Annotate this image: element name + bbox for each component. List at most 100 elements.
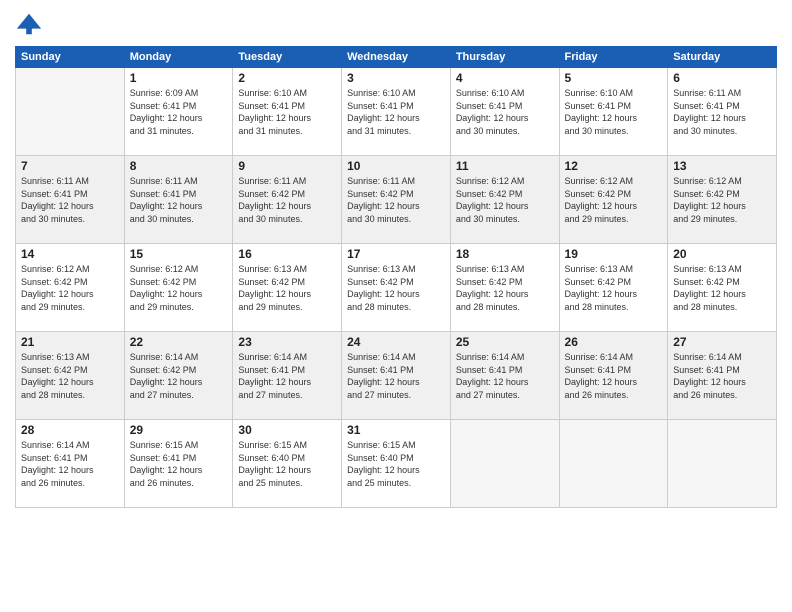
logo xyxy=(15,10,47,38)
calendar-week-4: 21 Sunrise: 6:13 AM Sunset: 6:42 PM Dayli… xyxy=(16,332,777,420)
calendar-cell: 16 Sunrise: 6:13 AM Sunset: 6:42 PM Dayli… xyxy=(233,244,342,332)
calendar-cell: 15 Sunrise: 6:12 AM Sunset: 6:42 PM Dayli… xyxy=(124,244,233,332)
cell-info: Sunrise: 6:13 AM Sunset: 6:42 PM Dayligh… xyxy=(347,263,445,313)
calendar-cell: 14 Sunrise: 6:12 AM Sunset: 6:42 PM Dayli… xyxy=(16,244,125,332)
day-number: 21 xyxy=(21,335,119,349)
day-number: 17 xyxy=(347,247,445,261)
calendar-cell: 26 Sunrise: 6:14 AM Sunset: 6:41 PM Dayli… xyxy=(559,332,668,420)
day-number: 27 xyxy=(673,335,771,349)
day-number: 22 xyxy=(130,335,228,349)
calendar-cell: 9 Sunrise: 6:11 AM Sunset: 6:42 PM Daylig… xyxy=(233,156,342,244)
cell-info: Sunrise: 6:12 AM Sunset: 6:42 PM Dayligh… xyxy=(21,263,119,313)
day-number: 20 xyxy=(673,247,771,261)
day-number: 29 xyxy=(130,423,228,437)
calendar-cell: 22Sunrise: 6:14 AM Sunset: 6:42 PM Dayli… xyxy=(124,332,233,420)
day-number: 16 xyxy=(238,247,336,261)
calendar-cell: 12 Sunrise: 6:12 AM Sunset: 6:42 PM Dayli… xyxy=(559,156,668,244)
cell-info: Sunrise: 6:15 AM Sunset: 6:40 PM Dayligh… xyxy=(347,439,445,489)
cell-info: Sunrise: 6:10 AM Sunset: 6:41 PM Dayligh… xyxy=(456,87,554,137)
calendar-cell: 7 Sunrise: 6:11 AM Sunset: 6:41 PM Daylig… xyxy=(16,156,125,244)
calendar-cell: 20 Sunrise: 6:13 AM Sunset: 6:42 PM Dayli… xyxy=(668,244,777,332)
calendar-cell: 10 Sunrise: 6:11 AM Sunset: 6:42 PM Dayli… xyxy=(342,156,451,244)
cell-info: Sunrise: 6:12 AM Sunset: 6:42 PM Dayligh… xyxy=(673,175,771,225)
cell-info: Sunrise: 6:10 AM Sunset: 6:41 PM Dayligh… xyxy=(347,87,445,137)
cell-info: Sunrise: 6:11 AM Sunset: 6:41 PM Dayligh… xyxy=(21,175,119,225)
calendar-cell xyxy=(450,420,559,508)
day-number: 14 xyxy=(21,247,119,261)
cell-info: Sunrise: 6:10 AM Sunset: 6:41 PM Dayligh… xyxy=(565,87,663,137)
calendar-cell: 11 Sunrise: 6:12 AM Sunset: 6:42 PM Dayli… xyxy=(450,156,559,244)
day-header-saturday: Saturday xyxy=(668,47,777,68)
day-header-tuesday: Tuesday xyxy=(233,47,342,68)
calendar-cell xyxy=(668,420,777,508)
cell-info: Sunrise: 6:12 AM Sunset: 6:42 PM Dayligh… xyxy=(565,175,663,225)
day-header-thursday: Thursday xyxy=(450,47,559,68)
day-number: 19 xyxy=(565,247,663,261)
cell-info: Sunrise: 6:13 AM Sunset: 6:42 PM Dayligh… xyxy=(456,263,554,313)
day-number: 7 xyxy=(21,159,119,173)
calendar-cell: 31 Sunrise: 6:15 AM Sunset: 6:40 PM Dayli… xyxy=(342,420,451,508)
day-number: 15 xyxy=(130,247,228,261)
calendar-week-1: 1Sunrise: 6:09 AM Sunset: 6:41 PM Daylig… xyxy=(16,68,777,156)
logo-icon xyxy=(15,10,43,38)
page: SundayMondayTuesdayWednesdayThursdayFrid… xyxy=(0,0,792,612)
cell-info: Sunrise: 6:12 AM Sunset: 6:42 PM Dayligh… xyxy=(130,263,228,313)
header xyxy=(15,10,777,38)
cell-info: Sunrise: 6:14 AM Sunset: 6:41 PM Dayligh… xyxy=(565,351,663,401)
calendar-cell: 17 Sunrise: 6:13 AM Sunset: 6:42 PM Dayli… xyxy=(342,244,451,332)
calendar-cell: 24 Sunrise: 6:14 AM Sunset: 6:41 PM Dayli… xyxy=(342,332,451,420)
cell-info: Sunrise: 6:14 AM Sunset: 6:41 PM Dayligh… xyxy=(238,351,336,401)
cell-info: Sunrise: 6:11 AM Sunset: 6:42 PM Dayligh… xyxy=(238,175,336,225)
day-number: 18 xyxy=(456,247,554,261)
calendar-cell: 27 Sunrise: 6:14 AM Sunset: 6:41 PM Dayli… xyxy=(668,332,777,420)
day-number: 8 xyxy=(130,159,228,173)
cell-info: Sunrise: 6:12 AM Sunset: 6:42 PM Dayligh… xyxy=(456,175,554,225)
day-number: 30 xyxy=(238,423,336,437)
cell-info: Sunrise: 6:15 AM Sunset: 6:40 PM Dayligh… xyxy=(238,439,336,489)
cell-info: Sunrise: 6:11 AM Sunset: 6:41 PM Dayligh… xyxy=(673,87,771,137)
day-header-sunday: Sunday xyxy=(16,47,125,68)
day-number: 26 xyxy=(565,335,663,349)
day-header-monday: Monday xyxy=(124,47,233,68)
day-header-wednesday: Wednesday xyxy=(342,47,451,68)
cell-info: Sunrise: 6:14 AM Sunset: 6:41 PM Dayligh… xyxy=(456,351,554,401)
calendar-cell: 5Sunrise: 6:10 AM Sunset: 6:41 PM Daylig… xyxy=(559,68,668,156)
day-number: 23 xyxy=(238,335,336,349)
day-number: 9 xyxy=(238,159,336,173)
day-number: 24 xyxy=(347,335,445,349)
cell-info: Sunrise: 6:13 AM Sunset: 6:42 PM Dayligh… xyxy=(673,263,771,313)
cell-info: Sunrise: 6:15 AM Sunset: 6:41 PM Dayligh… xyxy=(130,439,228,489)
day-number: 12 xyxy=(565,159,663,173)
calendar-cell: 8 Sunrise: 6:11 AM Sunset: 6:41 PM Daylig… xyxy=(124,156,233,244)
cell-info: Sunrise: 6:14 AM Sunset: 6:41 PM Dayligh… xyxy=(347,351,445,401)
calendar-week-5: 28Sunrise: 6:14 AM Sunset: 6:41 PM Dayli… xyxy=(16,420,777,508)
cell-info: Sunrise: 6:13 AM Sunset: 6:42 PM Dayligh… xyxy=(565,263,663,313)
calendar-cell: 1Sunrise: 6:09 AM Sunset: 6:41 PM Daylig… xyxy=(124,68,233,156)
calendar-cell: 25 Sunrise: 6:14 AM Sunset: 6:41 PM Dayli… xyxy=(450,332,559,420)
day-number: 10 xyxy=(347,159,445,173)
day-number: 1 xyxy=(130,71,228,85)
calendar-cell: 18 Sunrise: 6:13 AM Sunset: 6:42 PM Dayli… xyxy=(450,244,559,332)
day-number: 6 xyxy=(673,71,771,85)
calendar-table: SundayMondayTuesdayWednesdayThursdayFrid… xyxy=(15,46,777,508)
day-number: 31 xyxy=(347,423,445,437)
day-number: 11 xyxy=(456,159,554,173)
cell-info: Sunrise: 6:13 AM Sunset: 6:42 PM Dayligh… xyxy=(238,263,336,313)
calendar-cell xyxy=(16,68,125,156)
cell-info: Sunrise: 6:14 AM Sunset: 6:41 PM Dayligh… xyxy=(21,439,119,489)
calendar-cell: 21 Sunrise: 6:13 AM Sunset: 6:42 PM Dayli… xyxy=(16,332,125,420)
cell-info: Sunrise: 6:11 AM Sunset: 6:41 PM Dayligh… xyxy=(130,175,228,225)
day-number: 25 xyxy=(456,335,554,349)
day-number: 3 xyxy=(347,71,445,85)
day-number: 2 xyxy=(238,71,336,85)
calendar-cell: 28Sunrise: 6:14 AM Sunset: 6:41 PM Dayli… xyxy=(16,420,125,508)
cell-info: Sunrise: 6:11 AM Sunset: 6:42 PM Dayligh… xyxy=(347,175,445,225)
header-row: SundayMondayTuesdayWednesdayThursdayFrid… xyxy=(16,47,777,68)
calendar-cell: 4Sunrise: 6:10 AM Sunset: 6:41 PM Daylig… xyxy=(450,68,559,156)
calendar-cell: 3 Sunrise: 6:10 AM Sunset: 6:41 PM Daylig… xyxy=(342,68,451,156)
cell-info: Sunrise: 6:14 AM Sunset: 6:41 PM Dayligh… xyxy=(673,351,771,401)
cell-info: Sunrise: 6:10 AM Sunset: 6:41 PM Dayligh… xyxy=(238,87,336,137)
calendar-week-3: 14 Sunrise: 6:12 AM Sunset: 6:42 PM Dayli… xyxy=(16,244,777,332)
calendar-cell: 13Sunrise: 6:12 AM Sunset: 6:42 PM Dayli… xyxy=(668,156,777,244)
cell-info: Sunrise: 6:13 AM Sunset: 6:42 PM Dayligh… xyxy=(21,351,119,401)
